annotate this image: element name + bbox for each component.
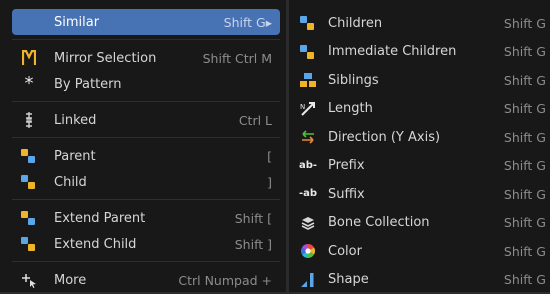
menu-item-by-pattern[interactable]: * By Pattern xyxy=(12,71,280,97)
menu-item-label: Mirror Selection xyxy=(54,51,203,66)
select-more-icon xyxy=(20,271,38,289)
submenu-item-length[interactable]: N Length Shift G xyxy=(289,95,550,124)
menu-item-shortcut: Shift [ xyxy=(235,211,272,226)
submenu-item-bone-collection[interactable]: Bone Collection Shift G xyxy=(289,209,550,238)
blank-icon xyxy=(20,13,38,31)
menu-item-label: Linked xyxy=(54,113,239,128)
menu-item-shortcut: Shift G xyxy=(504,215,546,230)
menu-item-shortcut: Shift G xyxy=(504,16,546,31)
menu-item-more[interactable]: More Ctrl Numpad + xyxy=(12,267,280,293)
parent-icon xyxy=(20,147,38,165)
bone-collection-icon xyxy=(299,214,317,232)
menu-separator xyxy=(12,261,280,262)
menu-item-shortcut: Shift G xyxy=(504,272,546,287)
child-icon xyxy=(20,173,38,191)
menu-item-shortcut: Shift G xyxy=(504,187,546,202)
menu-item-shortcut: Shift G xyxy=(504,73,546,88)
menu-separator xyxy=(12,137,280,138)
extend-parent-icon xyxy=(20,209,38,227)
menu-separator xyxy=(12,101,280,102)
submenu-item-immediate-children[interactable]: Immediate Children Shift G xyxy=(289,38,550,67)
suffix-icon: -ab xyxy=(299,185,317,203)
mirror-icon xyxy=(20,49,38,67)
direction-arrows-icon xyxy=(299,128,317,146)
menu-item-shortcut: Shift G xyxy=(504,101,546,116)
submenu-item-prefix[interactable]: ab- Prefix Shift G xyxy=(289,152,550,181)
menu-item-shortcut: Shift G▸ xyxy=(224,15,272,30)
menu-item-label: By Pattern xyxy=(54,77,272,92)
extend-child-icon xyxy=(20,235,38,253)
select-similar-submenu: Children Shift G Immediate Children Shif… xyxy=(289,0,550,292)
siblings-icon xyxy=(299,71,317,89)
menu-item-shortcut: Ctrl L xyxy=(239,113,272,128)
menu-item-linked[interactable]: Linked Ctrl L xyxy=(12,107,280,133)
prefix-icon: ab- xyxy=(299,157,317,175)
submenu-item-children[interactable]: Children Shift G xyxy=(289,9,550,38)
submenu-item-siblings[interactable]: Siblings Shift G xyxy=(289,66,550,95)
menu-item-extend-child[interactable]: Extend Child Shift ] xyxy=(12,231,280,257)
submenu-item-suffix[interactable]: -ab Suffix Shift G xyxy=(289,180,550,209)
menu-item-shortcut: ] xyxy=(267,175,272,190)
menu-item-label: More xyxy=(54,273,178,288)
menu-item-shortcut: Shift Ctrl M xyxy=(203,51,272,66)
menu-item-mirror-selection[interactable]: Mirror Selection Shift Ctrl M xyxy=(12,45,280,71)
menu-item-parent[interactable]: Parent [ xyxy=(12,143,280,169)
asterisk-icon: * xyxy=(20,75,38,93)
select-menu: Similar Shift G▸ Mirror Selection Shift … xyxy=(0,0,286,292)
menu-separator xyxy=(12,39,280,40)
submenu-item-direction[interactable]: Direction (Y Axis) Shift G xyxy=(289,123,550,152)
menu-item-child[interactable]: Child ] xyxy=(12,169,280,195)
menu-item-label: Parent xyxy=(54,149,267,164)
svg-text:N: N xyxy=(300,103,305,111)
menu-item-shortcut: Ctrl Numpad + xyxy=(178,273,272,288)
menu-separator xyxy=(12,199,280,200)
menu-item-shortcut: Shift G xyxy=(504,158,546,173)
length-icon: N xyxy=(299,100,317,118)
children-icon xyxy=(299,14,317,32)
color-wheel-icon xyxy=(299,242,317,260)
menu-item-shortcut: [ xyxy=(267,149,272,164)
shape-icon xyxy=(299,271,317,289)
submenu-item-color[interactable]: Color Shift G xyxy=(289,237,550,266)
menu-item-label: Extend Parent xyxy=(54,211,235,226)
menu-item-label: Child xyxy=(54,175,267,190)
menu-item-similar[interactable]: Similar Shift G▸ xyxy=(12,9,280,35)
menu-item-shortcut: Shift G xyxy=(504,244,546,259)
menu-item-shortcut: Shift G xyxy=(504,130,546,145)
submenu-item-shape[interactable]: Shape Shift G xyxy=(289,266,550,294)
linked-icon xyxy=(20,111,38,129)
menu-item-shortcut: Shift ] xyxy=(235,237,272,252)
menu-item-label: Extend Child xyxy=(54,237,235,252)
immediate-children-icon xyxy=(299,43,317,61)
menu-item-extend-parent[interactable]: Extend Parent Shift [ xyxy=(12,205,280,231)
menu-item-label: Similar xyxy=(54,15,224,30)
menu-item-shortcut: Shift G xyxy=(504,44,546,59)
